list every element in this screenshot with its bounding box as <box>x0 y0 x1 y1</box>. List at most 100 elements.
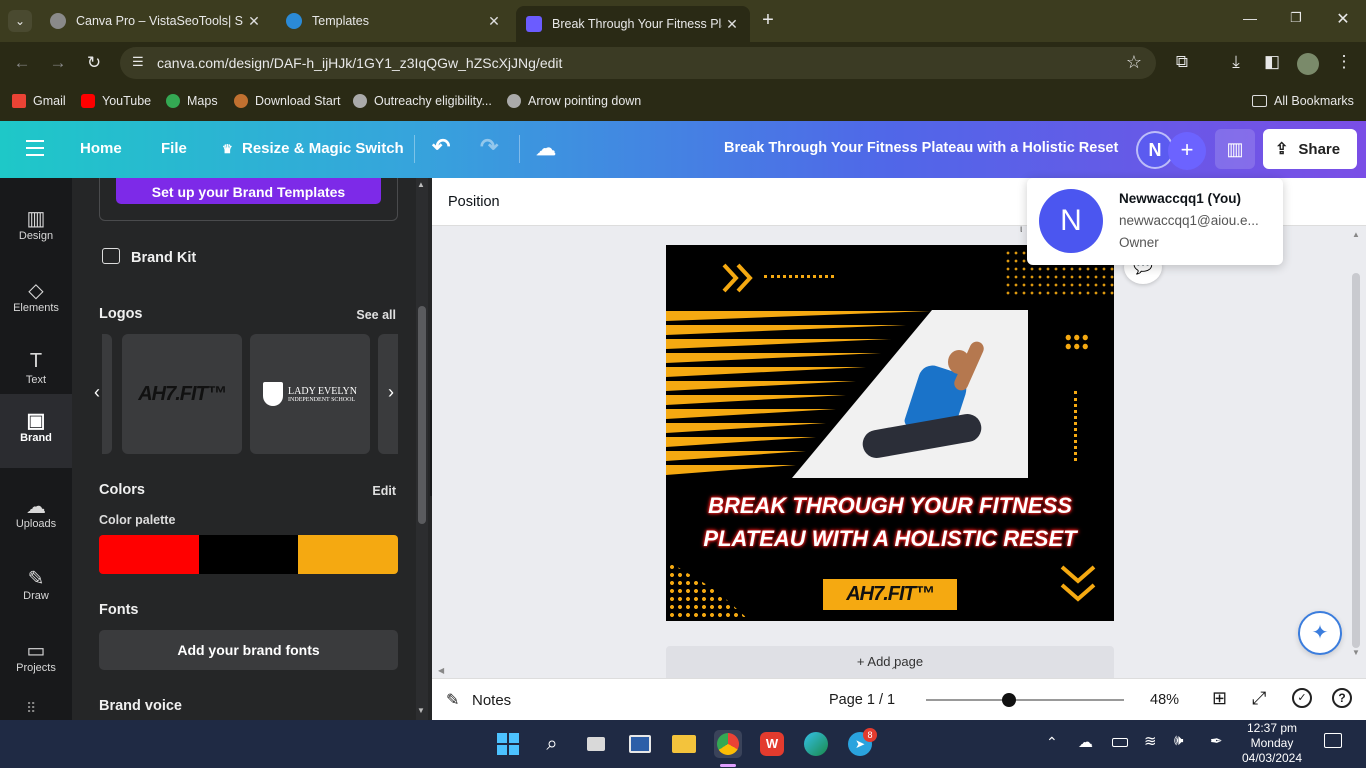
forward-arrow-icon[interactable]: → <box>46 53 70 73</box>
rail-item-draw[interactable]: ✎ Draw <box>0 552 72 624</box>
hamburger-menu-icon[interactable] <box>26 140 44 156</box>
design-canvas[interactable]: BREAK THROUGH YOUR FITNESS PLATEAU WITH … <box>666 245 1114 621</box>
restore-window-icon[interactable]: ❐ <box>1284 10 1308 26</box>
ah7fit-logo-badge[interactable]: AH7.FIT™ <box>823 579 957 610</box>
extensions-icon[interactable]: ⧉ <box>1170 52 1194 72</box>
minimize-window-icon[interactable]: — <box>1238 10 1262 26</box>
rail-label: Uploads <box>15 518 57 530</box>
notes-button[interactable]: Notes <box>472 692 511 709</box>
reload-icon[interactable]: ↻ <box>82 53 106 73</box>
rail-item-uploads[interactable]: ☁ Uploads <box>0 480 72 552</box>
rail-item-design[interactable]: ▥ Design <box>0 192 72 264</box>
page-indicator[interactable]: Page 1 / 1 <box>829 692 895 708</box>
close-window-icon[interactable]: ✕ <box>1331 9 1355 29</box>
design-title[interactable]: Break Through Your Fitness Plateau with … <box>724 140 1118 156</box>
undo-icon[interactable]: ↶ <box>432 134 450 160</box>
show-hidden-icons-icon[interactable]: ⌃ <box>1046 734 1058 751</box>
fullscreen-icon[interactable]: ⤢ <box>1252 688 1266 709</box>
bookmark-download-start[interactable]: Download Start <box>234 94 340 108</box>
workspace-scroll-down-icon[interactable]: ▼ <box>1352 648 1360 657</box>
zoom-percentage[interactable]: 48% <box>1150 692 1179 708</box>
rail-item-elements[interactable]: ◇ Elements <box>0 264 72 336</box>
set-up-brand-templates-button[interactable]: Set up your Brand Templates <box>116 178 381 204</box>
close-tab-icon[interactable]: ✕ <box>484 13 504 30</box>
magic-assistant-button[interactable]: ✦ <box>1298 611 1342 655</box>
battery-icon[interactable] <box>1112 738 1128 747</box>
logos-next-arrow-icon[interactable]: › <box>388 382 394 403</box>
wps-office-icon[interactable]: W <box>758 730 786 758</box>
logos-see-all-link[interactable]: See all <box>356 308 396 322</box>
brand-kit-title[interactable]: Brand Kit <box>131 250 196 266</box>
widgets-icon[interactable] <box>626 730 654 758</box>
color-palette <box>99 535 398 574</box>
bookmark-maps[interactable]: Maps <box>166 94 218 108</box>
redo-icon[interactable]: ↷ <box>480 134 498 160</box>
all-bookmarks[interactable]: All Bookmarks <box>1252 94 1354 108</box>
downloads-icon[interactable]: ⤓ <box>1224 52 1248 72</box>
tab-templates[interactable]: Templates ✕ <box>276 6 512 36</box>
onedrive-cloud-icon[interactable]: ☁ <box>1078 733 1093 751</box>
tab-search-chevron-icon[interactable]: ⌄ <box>8 10 32 32</box>
bookmark-arrow-pointing-down[interactable]: Arrow pointing down <box>507 94 641 108</box>
side-panel-icon[interactable]: ◧ <box>1260 52 1284 72</box>
bookmark-youtube[interactable]: YouTube <box>81 94 151 108</box>
workspace-scrollbar-thumb[interactable] <box>1352 273 1360 648</box>
pen-menu-icon[interactable]: ✒ <box>1210 732 1223 750</box>
close-tab-icon[interactable]: ✕ <box>244 13 264 30</box>
volume-icon[interactable]: 🕪 <box>1174 732 1183 749</box>
edge-browser-icon[interactable] <box>802 730 830 758</box>
back-arrow-icon[interactable]: ← <box>10 53 34 73</box>
address-bar[interactable]: ☰ canva.com/design/DAF-h_ijHJk/1GY1_z3Iq… <box>120 47 1156 79</box>
clock[interactable]: 12:37 pm Monday 04/03/2024 <box>1240 721 1304 766</box>
grid-view-icon[interactable]: ⊞ <box>1212 688 1227 709</box>
headline-line-1[interactable]: BREAK THROUGH YOUR FITNESS <box>666 493 1114 519</box>
swatch-black[interactable] <box>198 535 299 574</box>
rail-item-projects[interactable]: ▭ Projects <box>0 624 72 696</box>
logos-prev-arrow-icon[interactable]: ‹ <box>94 382 100 403</box>
apps-grid-icon[interactable]: ⠿ <box>26 700 46 716</box>
swatch-orange[interactable] <box>298 535 398 574</box>
logo-card-lady-evelyn[interactable]: LADY EVELYN INDEPENDENT SCHOOL <box>250 334 370 454</box>
panel-scrollbar-thumb[interactable] <box>418 306 426 524</box>
help-icon[interactable]: ? <box>1332 688 1352 708</box>
show-pages-chevron-icon[interactable]: ⌃ <box>890 666 898 677</box>
rail-item-brand[interactable]: ▣ Brand <box>0 394 72 468</box>
chrome-icon[interactable] <box>714 730 742 758</box>
bookmark-star-icon[interactable]: ☆ <box>1126 52 1142 73</box>
cloud-saved-icon[interactable]: ☁ <box>536 136 556 161</box>
resize-magic-switch-button[interactable]: Resize & Magic Switch <box>242 140 404 157</box>
workspace-scroll-left-icon[interactable]: ◀ <box>438 666 444 675</box>
position-button[interactable]: Position <box>448 194 500 210</box>
check-circle-icon[interactable]: ✓ <box>1292 688 1312 708</box>
swatch-red[interactable] <box>99 535 199 574</box>
file-menu-button[interactable]: File <box>161 140 187 157</box>
task-view-icon[interactable] <box>582 730 610 758</box>
add-brand-fonts-button[interactable]: Add your brand fonts <box>99 630 398 670</box>
notifications-icon[interactable] <box>1324 733 1342 748</box>
analytics-icon[interactable]: ▥ <box>1215 129 1255 169</box>
headline-line-2[interactable]: PLATEAU WITH A HOLISTIC RESET <box>666 526 1114 552</box>
new-tab-icon[interactable]: + <box>756 9 780 32</box>
browser-menu-icon[interactable]: ⋮ <box>1332 52 1356 72</box>
wifi-icon[interactable]: ≋ <box>1144 732 1157 750</box>
file-explorer-icon[interactable] <box>670 730 698 758</box>
logo-card-ah7fit[interactable]: AH7.FIT™ <box>122 334 242 454</box>
tab-fitness-design[interactable]: Break Through Your Fitness Plat ✕ <box>516 6 750 42</box>
panel-scroll-down-icon[interactable]: ▼ <box>417 706 425 715</box>
bookmark-outreachy[interactable]: Outreachy eligibility... <box>353 94 492 108</box>
profile-avatar[interactable] <box>1297 53 1319 75</box>
share-button[interactable]: ⇪ Share <box>1263 129 1357 169</box>
workspace-scroll-up-icon[interactable]: ▲ <box>1352 230 1360 239</box>
home-button[interactable]: Home <box>80 140 122 157</box>
panel-scroll-up-icon[interactable]: ▲ <box>417 180 425 189</box>
search-icon[interactable]: ⌕ <box>538 730 566 758</box>
add-collaborator-icon[interactable]: + <box>1168 132 1206 170</box>
colors-edit-link[interactable]: Edit <box>372 484 396 498</box>
bookmark-gmail[interactable]: Gmail <box>12 94 66 108</box>
windows-start-icon[interactable] <box>494 730 522 758</box>
site-info-icon[interactable]: ☰ <box>132 54 144 70</box>
zoom-slider-thumb[interactable] <box>1002 693 1016 707</box>
tab-canva-pro[interactable]: Canva Pro – VistaSeoTools| SEO ✕ <box>40 6 272 36</box>
zoom-slider[interactable] <box>926 693 1124 707</box>
close-tab-icon[interactable]: ✕ <box>722 16 742 33</box>
